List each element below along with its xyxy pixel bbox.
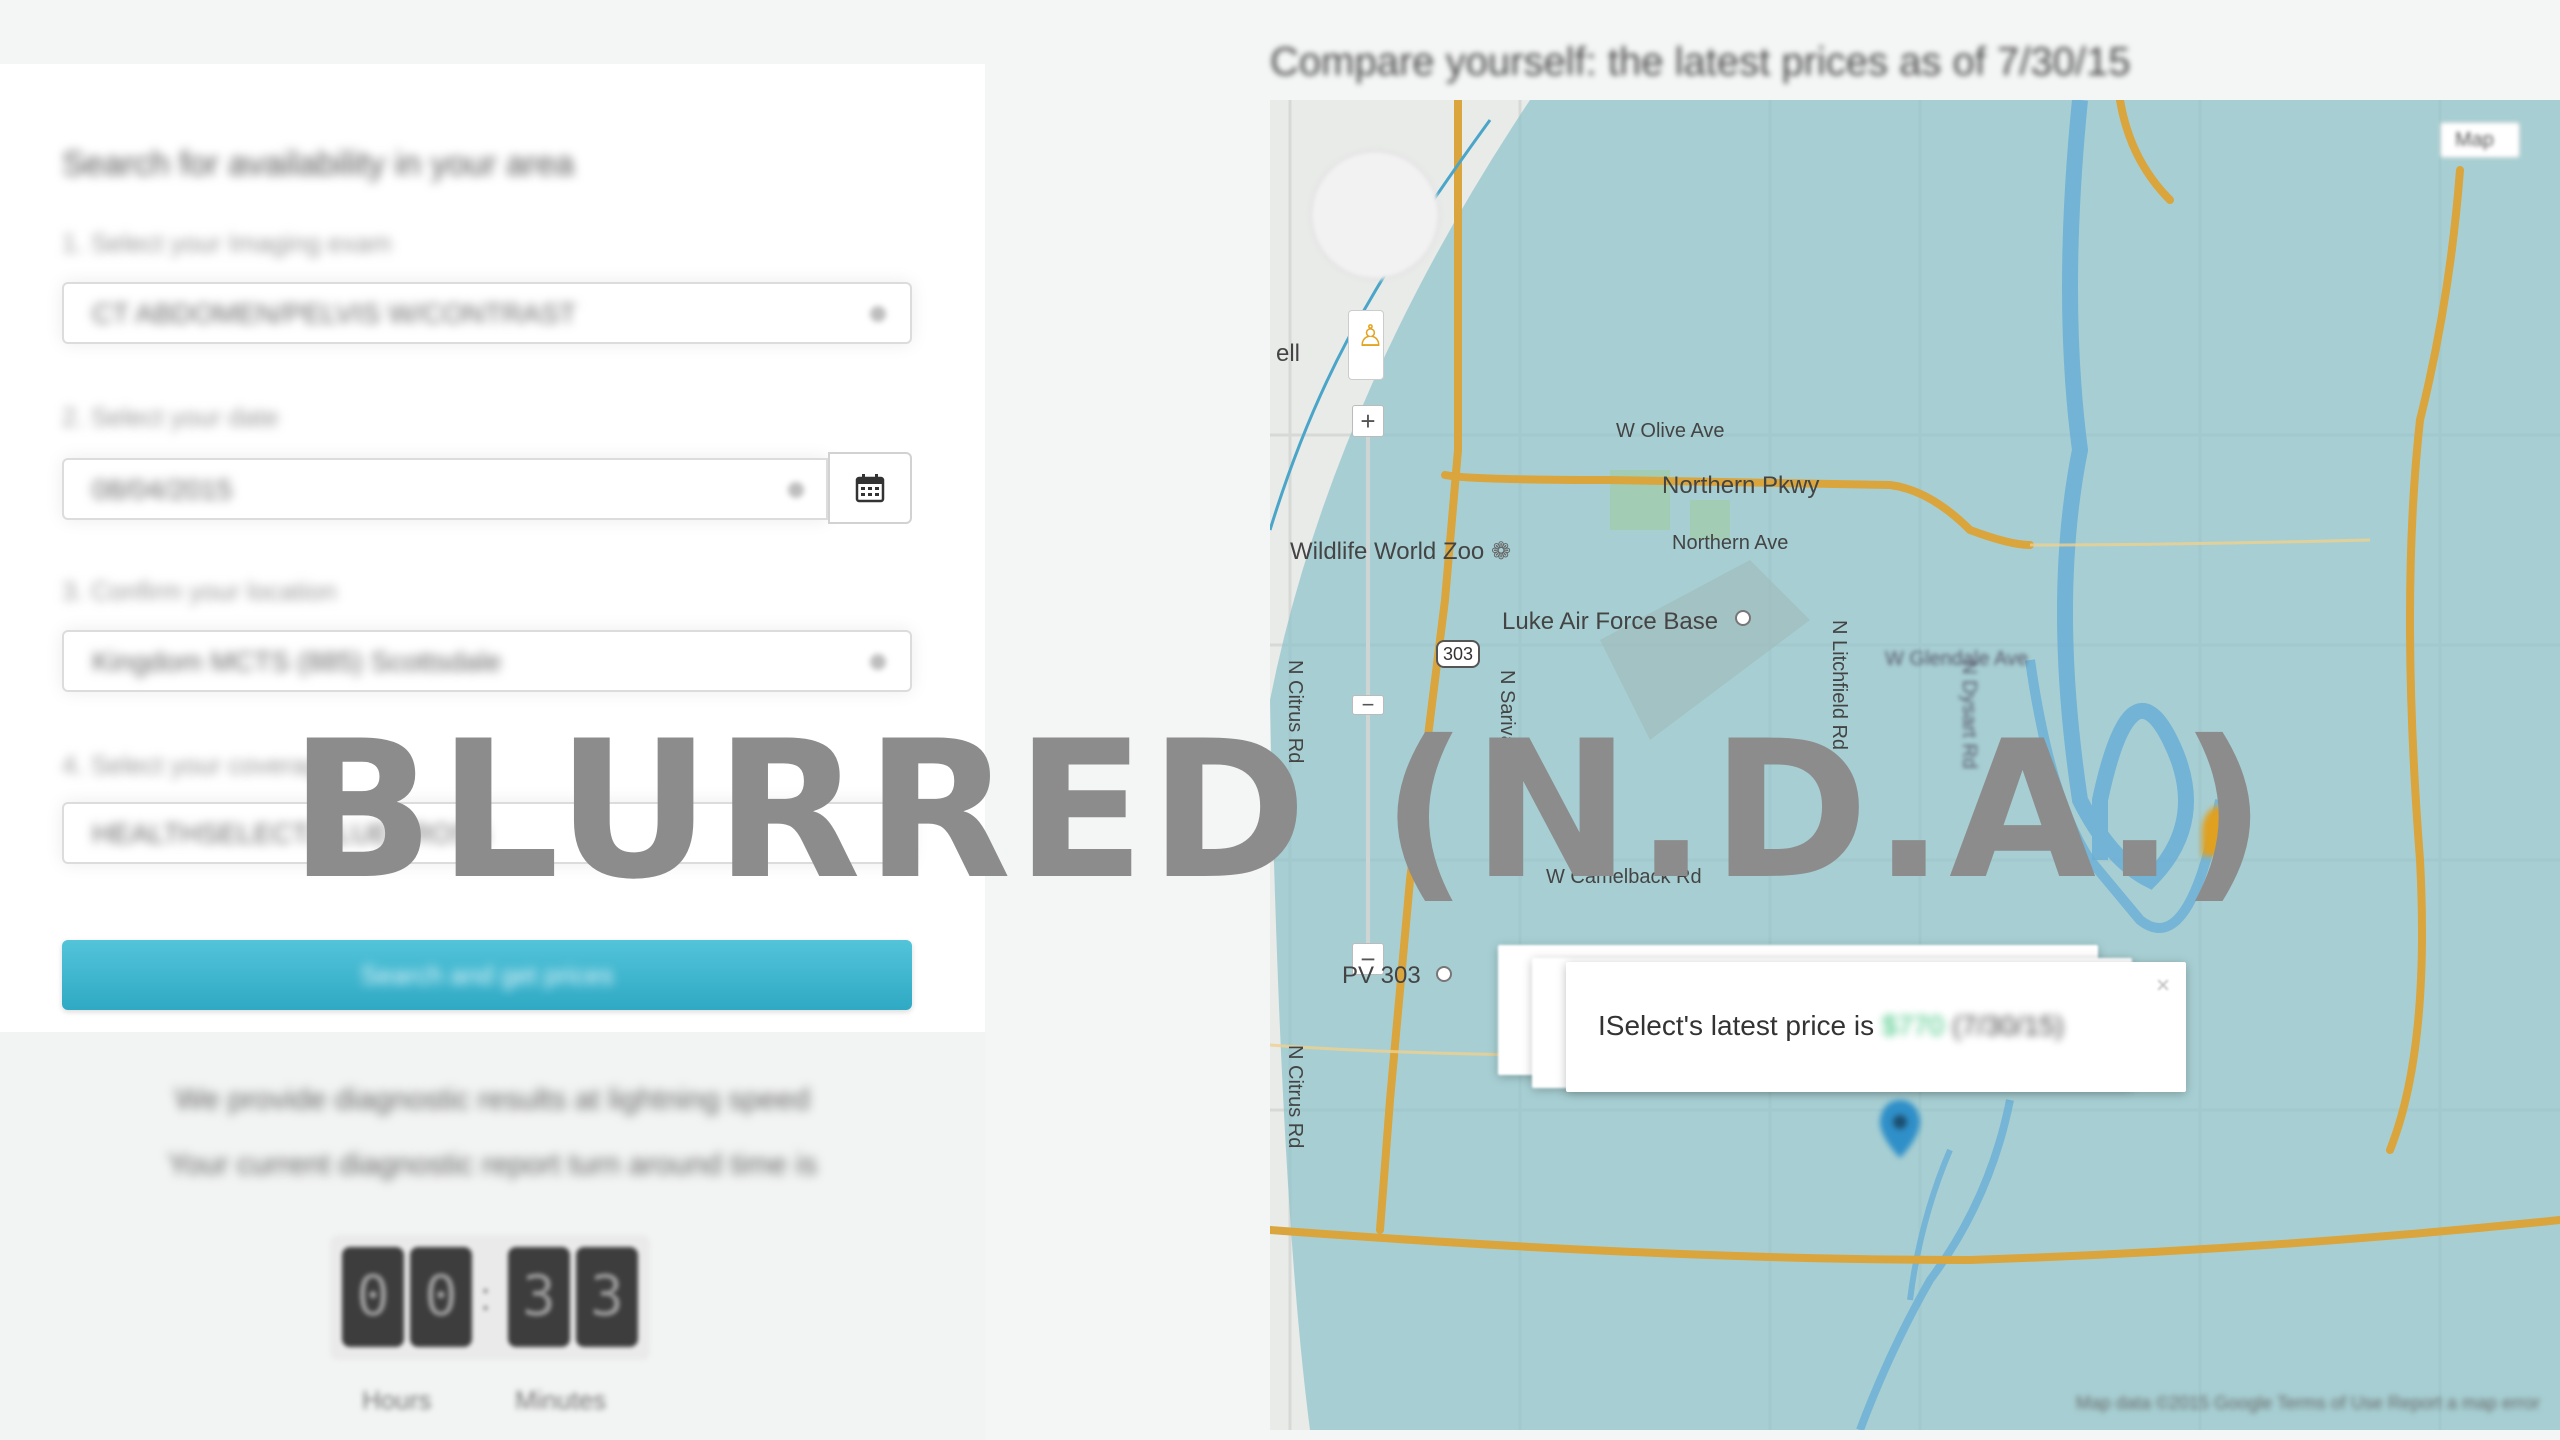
search-form-card — [0, 64, 985, 1032]
step-location-label: 3. Confirm your location — [62, 576, 337, 606]
map-label-dysart: N Dysart Rd — [1958, 660, 1980, 769]
price-popup-text: ISelect's latest price is $770 (7/30/15) — [1598, 1010, 2064, 1042]
zoom-control[interactable]: + − − — [1352, 405, 1384, 985]
clear-icon[interactable] — [788, 482, 804, 498]
highway-303-shield: 303 — [1436, 640, 1480, 668]
timer-minutes-digit-2: 3 — [576, 1247, 638, 1347]
turnaround-timer: 0 0 : 3 3 — [330, 1235, 650, 1360]
search-button-label: Search and get prices — [360, 960, 614, 990]
pegman-icon: ♙ — [1357, 320, 1384, 353]
pan-control[interactable] — [1310, 150, 1440, 280]
calendar-button[interactable] — [828, 452, 912, 524]
map-label-olive: W Olive Ave — [1616, 420, 1725, 442]
location-select[interactable]: Kingdom MCTS (885) Scottsdale — [62, 630, 912, 692]
info-turnaround: Your current diagnostic report turn arou… — [167, 1148, 818, 1181]
poi-icon — [1735, 610, 1751, 626]
map-label-citrus-south: N Citrus Rd — [1284, 1045, 1306, 1149]
map-label-northern-pkwy: Northern Pkwy — [1662, 472, 1820, 499]
coverage-select[interactable]: HEALTHSELECT/BLUECROSS — [62, 802, 912, 864]
price-popup-prefix: ISelect's latest price is — [1598, 1010, 1875, 1041]
timer-hours-digit-2: 0 — [410, 1247, 472, 1347]
timer-minutes-label: Minutes — [515, 1385, 607, 1415]
map-title: Compare yourself: the latest prices as o… — [1270, 40, 2131, 84]
close-icon[interactable]: × — [2156, 972, 2170, 1000]
info-speed: We provide diagnostic results at lightni… — [175, 1083, 810, 1116]
map-label-pv303: PV 303 — [1342, 962, 1421, 989]
price-value: $770 — [1881, 1010, 1945, 1041]
street-view-pegman[interactable]: ♙ — [1348, 310, 1384, 380]
map-label-luke: Luke Air Force Base — [1502, 608, 1719, 635]
search-button[interactable]: Search and get prices — [62, 940, 912, 1010]
paw-icon: ❁ — [1490, 538, 1512, 565]
map-label-northern-ave: Northern Ave — [1672, 532, 1789, 554]
exam-select[interactable]: CT ABDOMEN/PELVIS W/CONTRAST — [62, 282, 912, 344]
location-marker-icon[interactable] — [2202, 806, 2238, 856]
clear-icon[interactable] — [870, 654, 886, 670]
map-label-citrus: N Citrus Rd — [1284, 660, 1306, 764]
search-title: Search for availability in your area — [62, 145, 575, 183]
price-date: (7/30/15) — [1951, 1010, 2065, 1041]
price-map[interactable]: ♙ + − − Map ell W Olive Ave Northern Pkw… — [1270, 100, 2560, 1430]
map-label-zoo: Wildlife World Zoo ❁ — [1290, 538, 1512, 565]
step-date-label: 2. Select your date — [62, 402, 279, 432]
location-select-value: Kingdom MCTS (885) Scottsdale — [92, 646, 502, 677]
timer-separator: : — [480, 1275, 492, 1319]
selected-marker-icon[interactable] — [1880, 1100, 1920, 1170]
timer-hours-label: Hours — [362, 1385, 432, 1415]
map-label-sarival: N Sarival Ave — [1496, 670, 1518, 790]
price-popup[interactable]: ISelect's latest price is $770 (7/30/15)… — [1566, 962, 2186, 1092]
exam-select-value: CT ABDOMEN/PELVIS W/CONTRAST — [92, 298, 577, 329]
map-label-camelback: W Camelback Rd — [1546, 866, 1702, 888]
map-type-label: Map — [2455, 129, 2494, 151]
map-type-button[interactable]: Map — [2440, 122, 2520, 158]
coverage-select-value: HEALTHSELECT/BLUECROSS — [92, 818, 490, 849]
timer-hours-digit-1: 0 — [342, 1247, 404, 1347]
poi-icon — [1436, 966, 1452, 982]
clear-icon[interactable] — [870, 306, 886, 322]
map-label-edge: ell — [1276, 340, 1301, 367]
timer-minutes-digit-1: 3 — [508, 1247, 570, 1347]
page: Search for availability in your area 1. … — [0, 0, 2560, 1440]
date-input-value: 08/04/2015 — [92, 474, 233, 505]
map-footer: Map data ©2015 Google Terms of Use Repor… — [2075, 1393, 2540, 1413]
zoom-slider-handle[interactable]: − — [1352, 694, 1384, 716]
map-label-litchfield: N Litchfield Rd — [1828, 620, 1850, 751]
calendar-icon — [855, 474, 885, 503]
step-coverage-label: 4. Select your coverage — [62, 750, 336, 780]
date-input[interactable]: 08/04/2015 — [62, 458, 828, 520]
zoom-in-button[interactable]: + — [1352, 405, 1384, 437]
step-exam-label: 1. Select your Imaging exam — [62, 228, 392, 258]
map-canvas — [1270, 100, 2560, 1430]
